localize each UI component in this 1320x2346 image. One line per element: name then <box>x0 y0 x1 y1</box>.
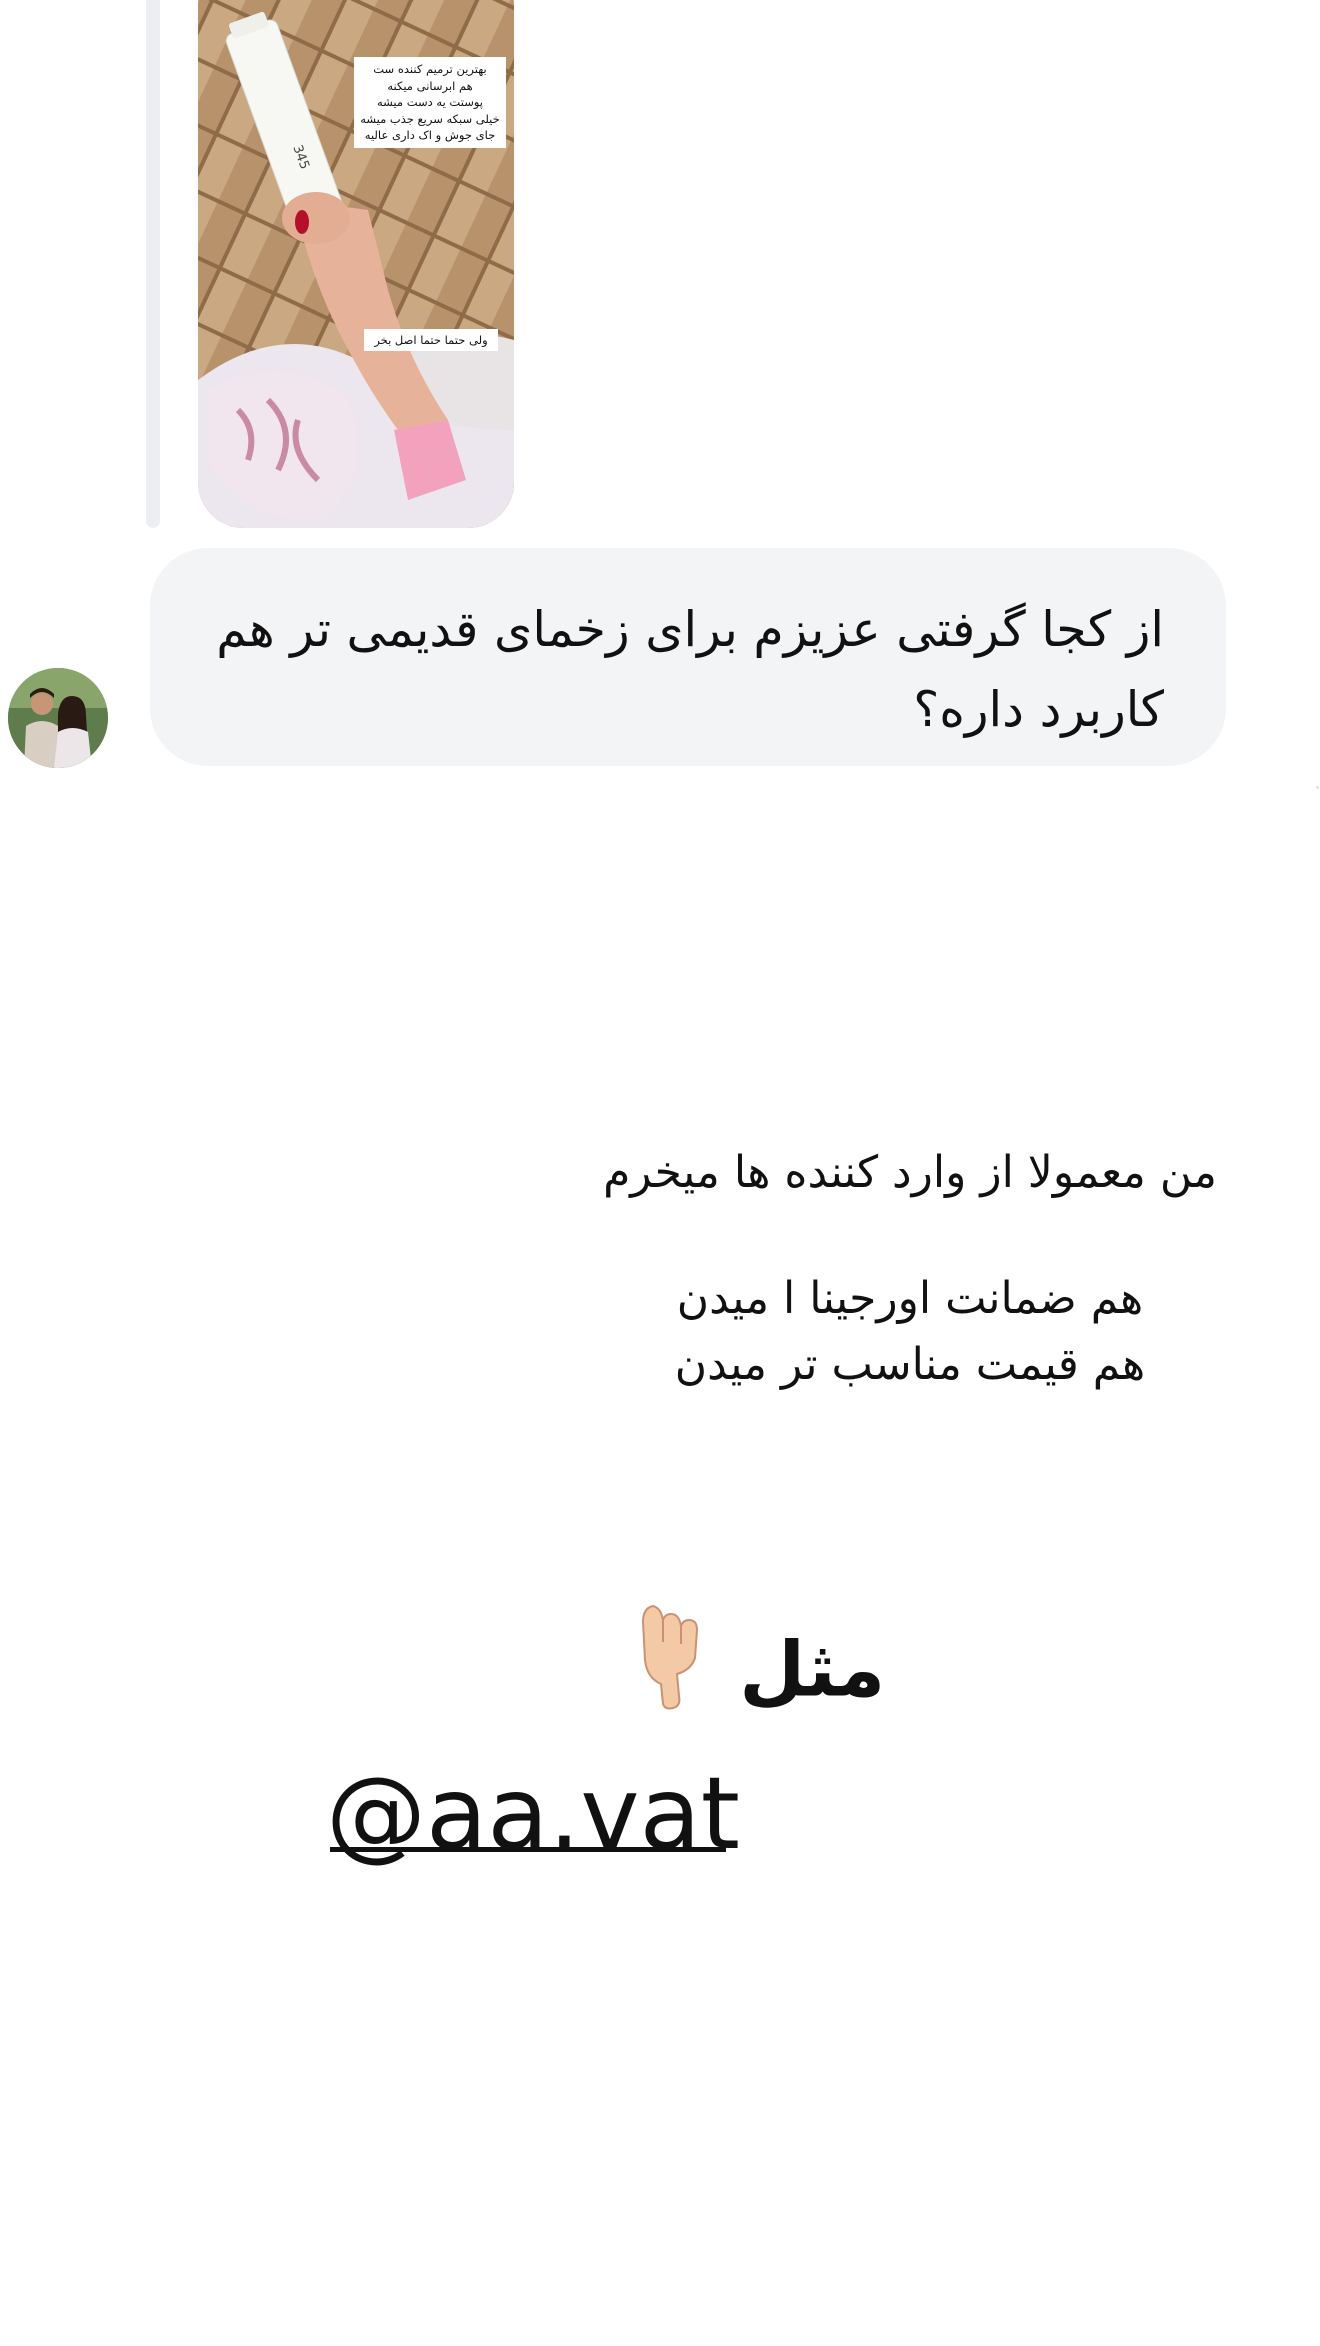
sticker-line: جای جوش و اک داری عالیه <box>364 128 496 142</box>
status-dot <box>1316 786 1319 789</box>
example-text: مثل <box>739 1624 886 1714</box>
sticker-line: بهترین ترمیم کننده ست <box>373 62 487 76</box>
sender-avatar[interactable] <box>8 668 108 768</box>
story-caption: من معمولا از وارد کننده ها میخرم هم ضمان… <box>560 1140 1260 1398</box>
message-line: کاربرد داره؟ <box>913 681 1164 738</box>
caption-line-3: هم قیمت مناسب تر میدن <box>674 1339 1146 1390</box>
reply-indicator-bar <box>146 0 160 528</box>
sticker-line: پوستت یه دست میشه <box>377 95 483 109</box>
mention-at-symbol: @ <box>326 1755 426 1872</box>
hand-pointing-down-icon <box>635 1600 707 1749</box>
example-label: مثل <box>620 1600 900 1730</box>
mention-underline <box>330 1847 726 1852</box>
story-text-sticker-top: بهترین ترمیم کننده ست هم ابرسانی میکنه پ… <box>354 57 506 148</box>
sticker-line: خیلی سبکه سریع جذب میشه <box>360 111 500 126</box>
mention-handle: aa.vat <box>426 1755 741 1872</box>
avatar-photo <box>8 668 108 768</box>
caption-line-2: هم ضمانت اورجینا ا میدن <box>676 1273 1144 1324</box>
caption-line-1: من معمولا از وارد کننده ها میخرم <box>603 1147 1217 1198</box>
mention-link[interactable]: @aa.vat <box>326 1754 740 1874</box>
story-reply-thumbnail[interactable]: 345 بهترین ترمیم کننده ست هم ابرسانی میک… <box>198 0 514 528</box>
sticker-line: هم ابرسانی میکنه <box>387 78 473 93</box>
message-bubble[interactable]: از کجا گرفتی عزیزم برای زخمای قدیمی تر ه… <box>150 548 1226 766</box>
message-line: از کجا گرفتی عزیزم برای زخمای قدیمی تر ه… <box>216 601 1164 658</box>
story-text-sticker-bottom: ولی حتما حتما اصل بخر <box>364 329 498 351</box>
